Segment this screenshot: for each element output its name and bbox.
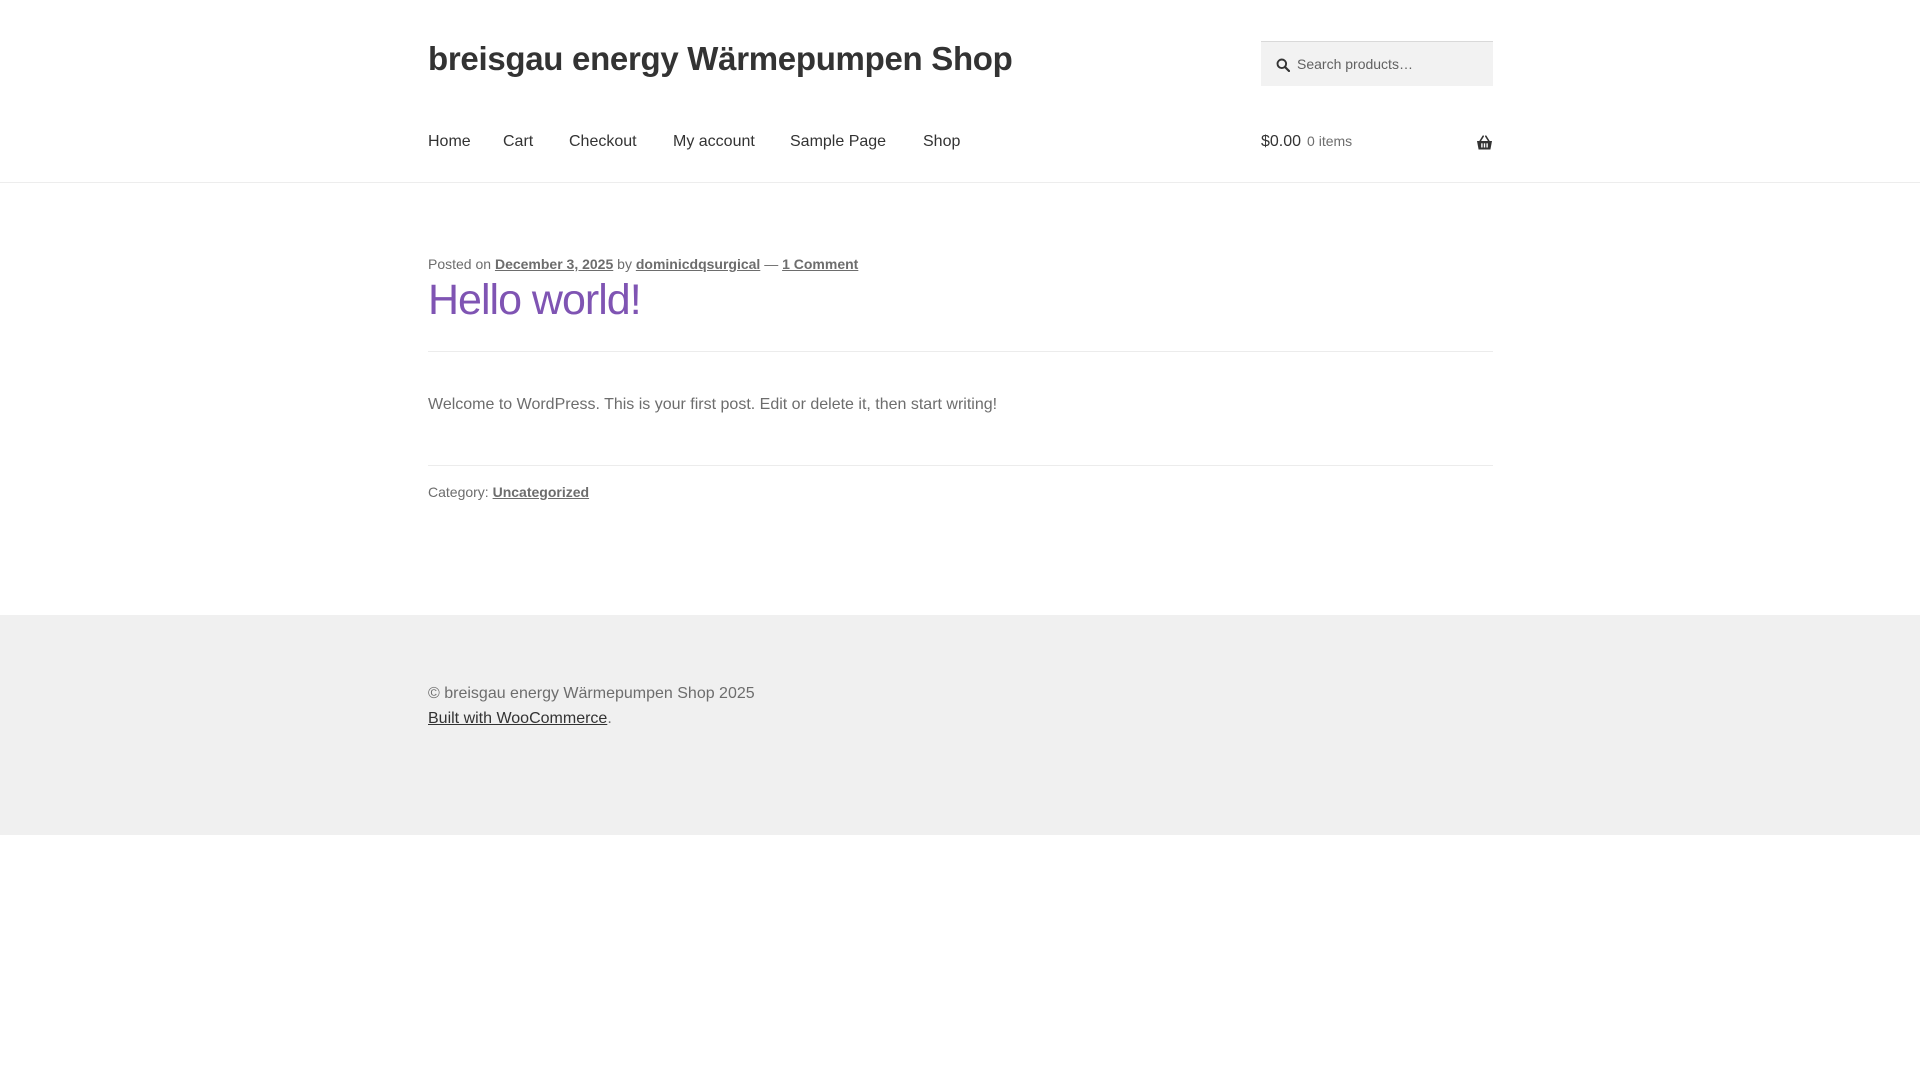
post-category: Category: Uncategorized — [428, 484, 589, 500]
basket-icon — [1477, 135, 1492, 150]
nav-item-home[interactable]: Home — [428, 133, 471, 151]
cart-count: 0 items — [1307, 133, 1353, 149]
site-header: breisgau energy Wärmepumpen Shop Home Ca… — [0, 0, 1920, 183]
search-input[interactable] — [1297, 42, 1487, 85]
post-title[interactable]: Hello world! — [428, 276, 642, 325]
nav-item-cart[interactable]: Cart — [503, 133, 533, 151]
nav-item-sample-page[interactable]: Sample Page — [790, 133, 886, 151]
cart-amount: $0.00 — [1261, 133, 1302, 150]
page: breisgau energy Wärmepumpen Shop Home Ca… — [0, 0, 1920, 1080]
credit-period: . — [607, 710, 612, 727]
post-meta: Posted on December 3, 2025 by dominicdqs… — [428, 256, 858, 272]
title-divider — [428, 351, 1493, 352]
post-comments-link[interactable]: 1 Comment — [782, 256, 858, 272]
footer-copyright: © breisgau energy Wärmepumpen Shop 2025 — [428, 685, 755, 702]
posted-on-label: Posted on — [428, 256, 492, 272]
product-search[interactable] — [1261, 41, 1493, 86]
site-footer: © breisgau energy Wärmepumpen Shop 2025 … — [0, 615, 1920, 835]
nav-item-checkout[interactable]: Checkout — [569, 133, 637, 151]
post-date-link[interactable]: December 3, 2025 — [495, 256, 613, 272]
meta-dash: — — [764, 256, 779, 272]
footer-credit: Built with WooCommerce. — [428, 710, 612, 728]
by-label: by — [617, 256, 632, 272]
post-content: Welcome to WordPress. This is your first… — [428, 396, 998, 413]
content-divider — [428, 465, 1493, 466]
site-title[interactable]: breisgau energy Wärmepumpen Shop — [428, 40, 1013, 78]
nav-item-shop[interactable]: Shop — [923, 133, 960, 151]
nav-item-my-account[interactable]: My account — [673, 133, 755, 151]
woocommerce-link[interactable]: Built with WooCommerce — [428, 710, 607, 727]
post-author-link[interactable]: dominicdqsurgical — [636, 256, 760, 272]
search-icon — [1276, 58, 1290, 72]
category-label: Category: — [428, 484, 489, 500]
header-cart[interactable]: $0.00 0 items — [1261, 133, 1493, 151]
category-link[interactable]: Uncategorized — [493, 484, 589, 500]
